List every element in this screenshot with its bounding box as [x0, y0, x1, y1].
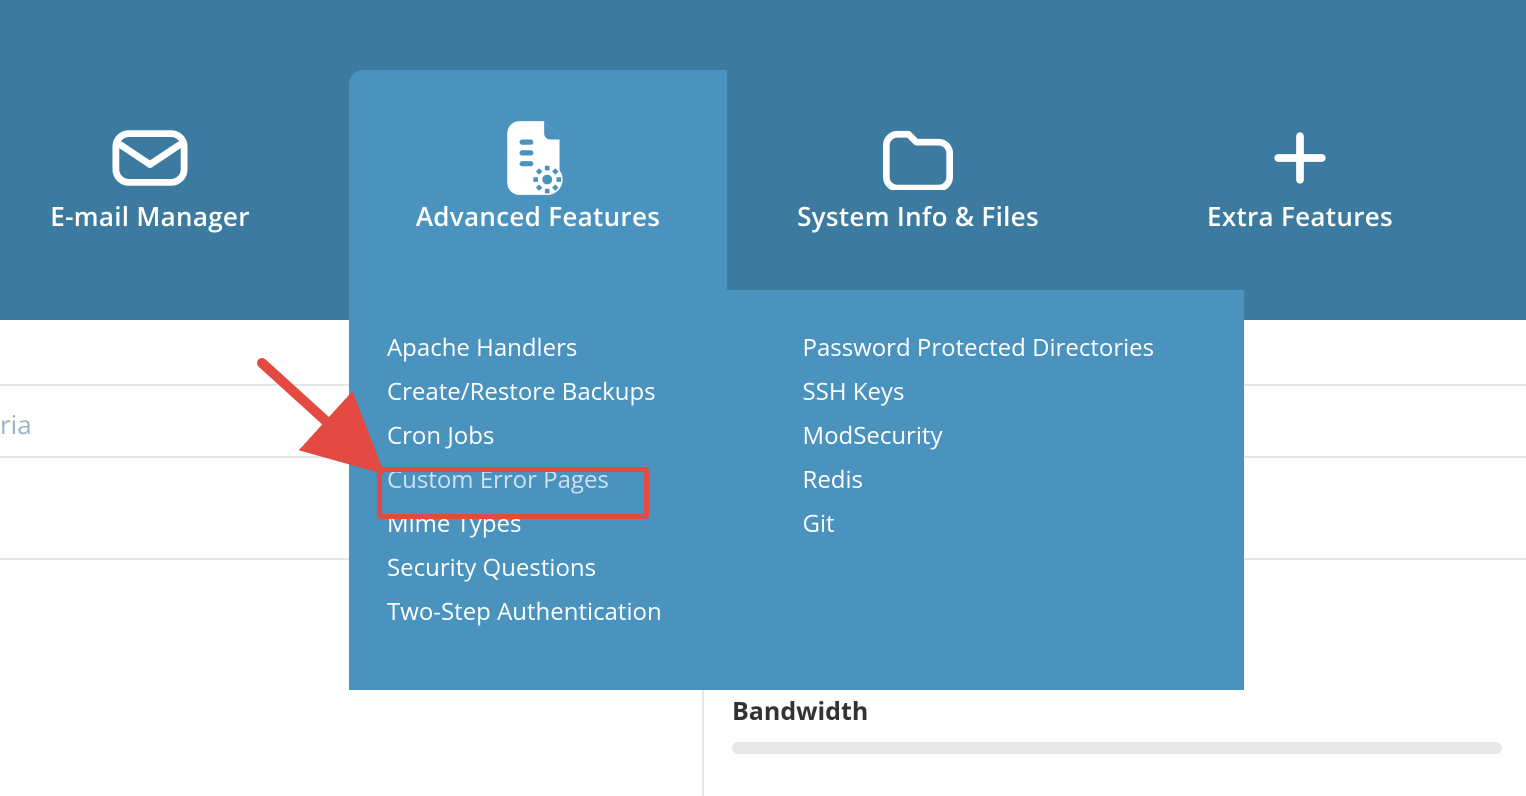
file-gear-icon [504, 118, 572, 198]
nav-label: System Info & Files [797, 198, 1039, 234]
nav-item-system-info-files[interactable]: System Info & Files [727, 0, 1109, 234]
nav-item-email-manager[interactable]: E-mail Manager [0, 0, 340, 234]
nav-label: Extra Features [1207, 198, 1393, 234]
menu-git[interactable]: Git [803, 502, 1207, 546]
folder-icon [880, 118, 956, 198]
plus-icon [1271, 118, 1329, 198]
nav-item-advanced-features[interactable]: Advanced Features [349, 0, 727, 234]
menu-redis[interactable]: Redis [803, 458, 1207, 502]
vertical-divider [702, 675, 704, 796]
nav-label: Advanced Features [416, 198, 660, 234]
nav-label: E-mail Manager [50, 198, 249, 234]
dropdown-col-left: Apache Handlers Create/Restore Backups C… [387, 326, 791, 660]
menu-custom-error-pages[interactable]: Custom Error Pages [387, 458, 791, 502]
menu-ssh-keys[interactable]: SSH Keys [803, 370, 1207, 414]
bandwidth-progress-track [732, 742, 1502, 754]
menu-create-restore-backups[interactable]: Create/Restore Backups [387, 370, 791, 414]
menu-modsecurity[interactable]: ModSecurity [803, 414, 1207, 458]
menu-security-questions[interactable]: Security Questions [387, 546, 791, 590]
menu-two-step-auth[interactable]: Two-Step Authentication [387, 590, 791, 634]
nav-item-extra-features[interactable]: Extra Features [1109, 0, 1491, 234]
menu-cron-jobs[interactable]: Cron Jobs [387, 414, 791, 458]
menu-apache-handlers[interactable]: Apache Handlers [387, 326, 791, 370]
dropdown-columns: Apache Handlers Create/Restore Backups C… [349, 326, 1244, 690]
dropdown-col-right: Password Protected Directories SSH Keys … [791, 326, 1207, 660]
menu-mime-types[interactable]: Mime Types [387, 502, 791, 546]
menu-password-protected-dirs[interactable]: Password Protected Directories [803, 326, 1207, 370]
search-input-fragment[interactable]: ria [0, 406, 32, 442]
mail-icon [111, 118, 189, 198]
section-heading-bandwidth: Bandwidth [732, 694, 868, 728]
